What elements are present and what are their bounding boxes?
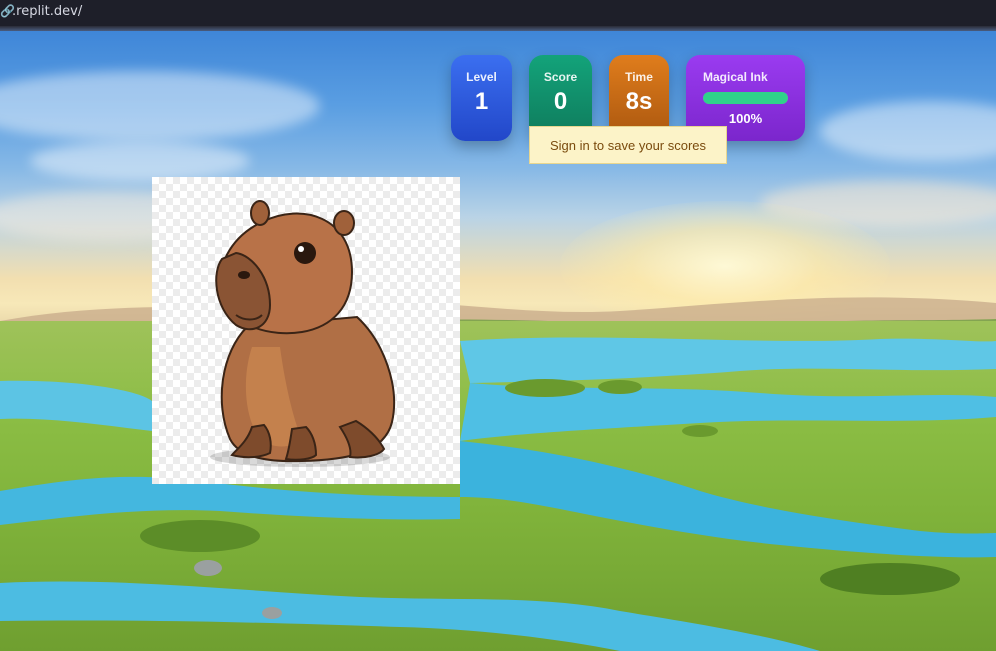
score-value: 0: [553, 88, 568, 115]
capybara-card[interactable]: [152, 177, 460, 484]
grass-patches: [140, 379, 960, 619]
magical-ink-percent: 100%: [728, 111, 763, 126]
time-label: Time: [625, 70, 653, 84]
level-value: 1: [474, 88, 489, 115]
magical-ink-label: Magical Ink: [703, 70, 768, 84]
browser-url-bar[interactable]: 🔗 .replit.dev/: [0, 0, 996, 26]
capybara-image: [210, 200, 396, 467]
link-icon: 🔗: [0, 4, 15, 18]
magical-ink-bar: [703, 92, 788, 104]
time-value: 8s: [625, 88, 653, 115]
game-scene[interactable]: Level 1 Score 0 Time 8s Magical Ink 100%…: [0, 31, 996, 651]
url-text[interactable]: .replit.dev/: [12, 4, 82, 20]
score-label: Score: [543, 70, 578, 84]
magical-ink-bar-fill: [703, 92, 788, 104]
cloud: [30, 141, 250, 181]
sign-in-tooltip[interactable]: Sign in to save your scores: [529, 126, 727, 164]
level-panel: Level 1: [451, 55, 512, 141]
level-label: Level: [466, 70, 497, 84]
